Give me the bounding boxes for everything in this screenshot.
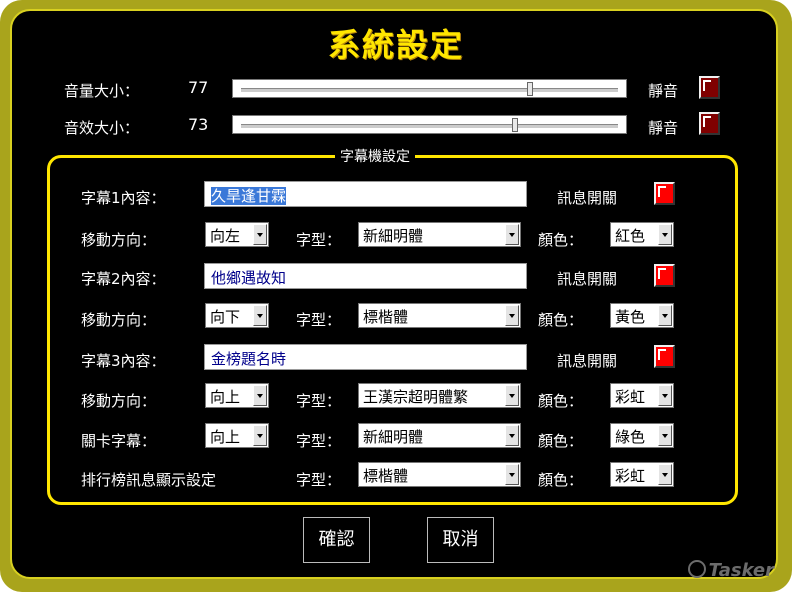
subtitle2-content-input[interactable]: 他鄉遇故知 (204, 263, 527, 289)
cancel-button[interactable]: 取消 (427, 517, 494, 563)
check-icon (703, 80, 711, 91)
subtitle1-content-text: 久旱逢甘霖 (211, 187, 287, 205)
subtitle1-font-value: 新細明體 (363, 227, 424, 245)
subtitle2-content-text: 他鄉遇故知 (211, 269, 287, 287)
subtitle2-direction-select[interactable]: 向下 (205, 303, 269, 328)
subtitle3-direction-value: 向上 (210, 388, 241, 406)
subtitle1-font-select[interactable]: 新細明體 (358, 222, 521, 247)
subtitle1-content-label: 字幕1內容： (81, 189, 166, 207)
stage-font-label: 字型： (296, 432, 342, 450)
stage-color-value: 綠色 (615, 428, 646, 446)
subtitle3-content-label: 字幕3內容： (81, 352, 166, 370)
stage-direction-select[interactable]: 向上 (205, 423, 269, 448)
subtitle2-direction-label: 移動方向： (81, 311, 157, 329)
subtitle2-content-label: 字幕2內容： (81, 270, 166, 288)
chevron-down-icon[interactable] (253, 425, 267, 446)
watermark-text: Tasker (708, 560, 774, 581)
volume-mute-checkbox[interactable] (699, 76, 720, 99)
subtitle-group-title: 字幕機設定 (335, 146, 415, 166)
volume-mute-label: 靜音 (648, 82, 679, 100)
subtitle2-color-label: 顏色： (538, 311, 584, 329)
subtitle1-toggle-checkbox[interactable] (654, 182, 675, 205)
subtitle1-direction-value: 向左 (210, 227, 241, 245)
check-icon (703, 116, 711, 127)
volume-label: 音量大小： (64, 82, 140, 100)
chevron-down-icon[interactable] (253, 224, 267, 245)
subtitle2-direction-value: 向下 (210, 308, 241, 326)
chevron-down-icon[interactable] (658, 224, 672, 245)
chevron-down-icon[interactable] (505, 224, 519, 245)
chevron-down-icon[interactable] (658, 385, 672, 406)
subtitle3-font-label: 字型： (296, 392, 342, 410)
chevron-down-icon[interactable] (658, 305, 672, 326)
subtitle3-content-input[interactable]: 金榜題名時 (204, 344, 527, 370)
sfx-value: 73 (188, 115, 209, 134)
subtitle1-color-select[interactable]: 紅色 (610, 222, 674, 247)
watermark: Tasker (687, 560, 774, 581)
subtitle2-font-select[interactable]: 標楷體 (358, 303, 521, 328)
watermark-logo-icon (687, 560, 706, 578)
subtitle3-font-value: 王漢宗超明體繁 (363, 388, 469, 406)
chevron-down-icon[interactable] (253, 385, 267, 406)
stage-font-value: 新細明體 (363, 428, 424, 446)
sfx-slider-thumb[interactable] (512, 118, 518, 132)
page-title: 系統設定 (327, 26, 464, 64)
stage-direction-value: 向上 (210, 428, 241, 446)
subtitle3-direction-select[interactable]: 向上 (205, 383, 269, 408)
check-icon (658, 186, 666, 197)
sfx-slider[interactable] (232, 115, 627, 134)
subtitle3-color-label: 顏色： (538, 392, 584, 410)
subtitle1-color-label: 顏色： (538, 231, 584, 249)
subtitle3-content-text: 金榜題名時 (211, 350, 287, 368)
volume-slider-track (241, 88, 618, 93)
stage-color-select[interactable]: 綠色 (610, 423, 674, 448)
subtitle3-toggle-checkbox[interactable] (654, 345, 675, 368)
subtitle2-toggle-checkbox[interactable] (654, 264, 675, 287)
subtitle1-toggle-label: 訊息開關 (557, 189, 618, 207)
chevron-down-icon[interactable] (505, 385, 519, 406)
stage-font-select[interactable]: 新細明體 (358, 423, 521, 448)
subtitle3-direction-label: 移動方向： (81, 392, 157, 410)
subtitle2-font-value: 標楷體 (363, 308, 409, 326)
ranking-color-value: 彩虹 (615, 467, 646, 485)
subtitle3-toggle-label: 訊息開關 (557, 352, 618, 370)
chevron-down-icon[interactable] (253, 305, 267, 326)
subtitle2-font-label: 字型： (296, 311, 342, 329)
subtitle1-direction-label: 移動方向： (81, 231, 157, 249)
check-icon (658, 349, 666, 360)
chevron-down-icon[interactable] (505, 425, 519, 446)
sfx-mute-label: 靜音 (648, 119, 679, 137)
sfx-mute-checkbox[interactable] (699, 112, 720, 135)
subtitle3-color-value: 彩虹 (615, 388, 646, 406)
subtitle2-color-select[interactable]: 黃色 (610, 303, 674, 328)
subtitle1-content-input[interactable]: 久旱逢甘霖 (204, 181, 527, 207)
chevron-down-icon[interactable] (505, 464, 519, 485)
volume-slider-thumb[interactable] (527, 82, 533, 96)
subtitle1-color-value: 紅色 (615, 227, 646, 245)
ranking-font-label: 字型： (296, 471, 342, 489)
sfx-slider-track (241, 124, 618, 129)
ranking-label: 排行榜訊息顯示設定 (81, 471, 217, 489)
subtitle1-font-label: 字型： (296, 231, 342, 249)
ranking-font-select[interactable]: 標楷體 (358, 462, 521, 487)
chevron-down-icon[interactable] (658, 425, 672, 446)
chevron-down-icon[interactable] (505, 305, 519, 326)
stage-color-label: 顏色： (538, 432, 584, 450)
ok-button[interactable]: 確認 (303, 517, 370, 563)
volume-slider[interactable] (232, 79, 627, 98)
check-icon (658, 268, 666, 279)
subtitle2-color-value: 黃色 (615, 308, 646, 326)
subtitle2-toggle-label: 訊息開關 (557, 270, 618, 288)
subtitle3-color-select[interactable]: 彩虹 (610, 383, 674, 408)
subtitle3-font-select[interactable]: 王漢宗超明體繁 (358, 383, 521, 408)
ranking-font-value: 標楷體 (363, 467, 409, 485)
chevron-down-icon[interactable] (658, 464, 672, 485)
volume-value: 77 (188, 78, 209, 97)
ranking-color-label: 顏色： (538, 471, 584, 489)
stage-subtitle-label: 關卡字幕： (81, 432, 157, 450)
subtitle1-direction-select[interactable]: 向左 (205, 222, 269, 247)
ranking-color-select[interactable]: 彩虹 (610, 462, 674, 487)
sfx-label: 音效大小： (64, 119, 140, 137)
